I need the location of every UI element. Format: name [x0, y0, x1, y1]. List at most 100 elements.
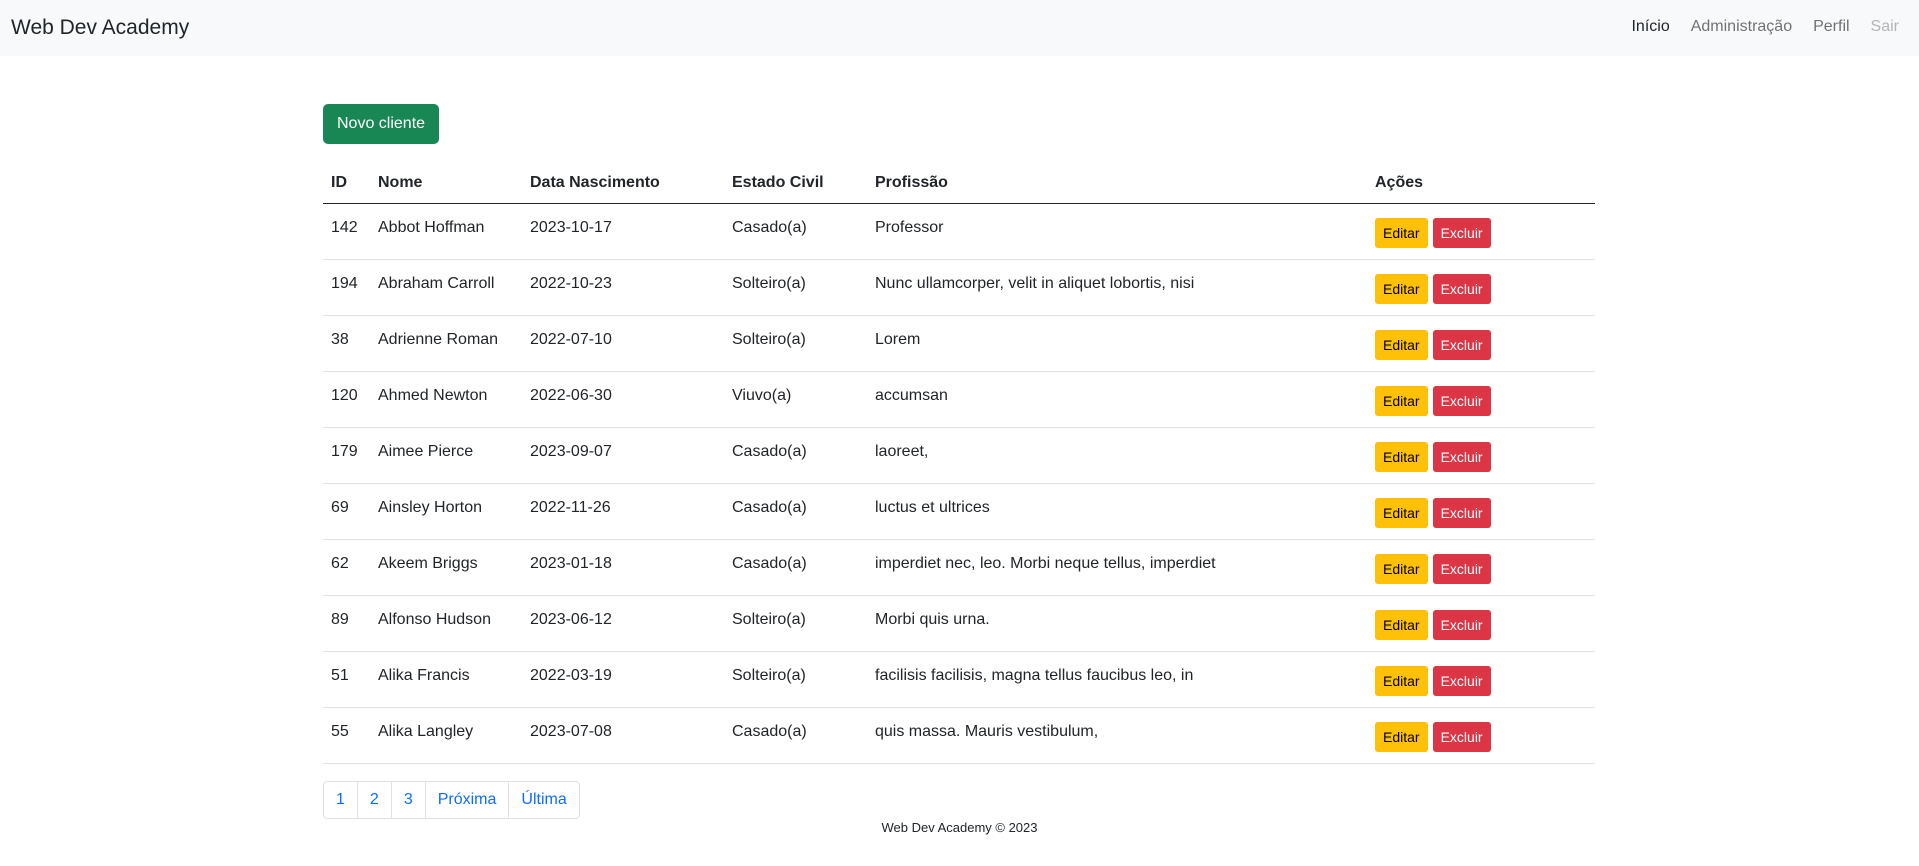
cell-acoes: Editar Excluir [1367, 315, 1595, 372]
cell-id: 69 [323, 483, 370, 540]
cell-profissao: luctus et ultrices [867, 483, 1367, 540]
row-actions: Editar Excluir [1375, 664, 1587, 696]
cell-data-nascimento: 2022-03-19 [522, 651, 724, 708]
table-row: 51 Alika Francis 2022-03-19 Solteiro(a) faci… [323, 651, 1595, 708]
cell-profissao: imperdiet nec, leo. Morbi neque tellus, … [867, 539, 1367, 596]
delete-button[interactable]: Excluir [1432, 273, 1491, 304]
cell-estado-civil: Viuvo(a) [724, 371, 867, 428]
cell-acoes: Editar Excluir [1367, 651, 1595, 708]
edit-button[interactable]: Editar [1375, 273, 1428, 304]
table-row: 69 Ainsley Horton 2022-11-26 Casado(a) luctu… [323, 483, 1595, 540]
delete-button[interactable]: Excluir [1432, 553, 1491, 584]
cell-profissao: Professor [867, 203, 1367, 260]
cell-id: 120 [323, 371, 370, 428]
cell-acoes: Editar Excluir [1367, 259, 1595, 316]
nav-link-administracao[interactable]: Administração [1691, 18, 1792, 36]
table-header-row: ID Nome Data Nascimento Estado Civil Pro… [323, 163, 1595, 204]
cell-profissao: Lorem [867, 315, 1367, 372]
edit-button[interactable]: Editar [1375, 441, 1428, 472]
cell-id: 38 [323, 315, 370, 372]
cell-nome: Ahmed Newton [370, 371, 522, 428]
edit-button[interactable]: Editar [1375, 217, 1428, 248]
page-link-2[interactable]: 2 [356, 781, 392, 819]
navbar-brand[interactable]: Web Dev Academy [11, 16, 189, 40]
delete-button[interactable]: Excluir [1432, 329, 1491, 360]
cell-nome: Alika Langley [370, 707, 522, 764]
header-estado-civil: Estado Civil [724, 163, 867, 204]
edit-button[interactable]: Editar [1375, 385, 1428, 416]
cell-data-nascimento: 2022-06-30 [522, 371, 724, 428]
delete-button[interactable]: Excluir [1432, 441, 1491, 472]
nav-links: Início Administração Perfil Sair [1631, 18, 1899, 36]
cell-profissao: laoreet, [867, 427, 1367, 484]
cell-nome: Abbot Hoffman [370, 203, 522, 260]
cell-acoes: Editar Excluir [1367, 371, 1595, 428]
cell-data-nascimento: 2023-06-12 [522, 595, 724, 652]
cell-estado-civil: Casado(a) [724, 707, 867, 764]
cell-acoes: Editar Excluir [1367, 539, 1595, 596]
cell-nome: Alfonso Hudson [370, 595, 522, 652]
edit-button[interactable]: Editar [1375, 609, 1428, 640]
row-actions: Editar Excluir [1375, 384, 1587, 416]
delete-button[interactable]: Excluir [1432, 217, 1491, 248]
cell-data-nascimento: 2022-10-23 [522, 259, 724, 316]
delete-button[interactable]: Excluir [1432, 665, 1491, 696]
edit-button[interactable]: Editar [1375, 497, 1428, 528]
cell-nome: Akeem Briggs [370, 539, 522, 596]
navbar: Web Dev Academy Início Administração Per… [0, 0, 1919, 56]
delete-button[interactable]: Excluir [1432, 721, 1491, 752]
cell-data-nascimento: 2022-11-26 [522, 483, 724, 540]
table-row: 142 Abbot Hoffman 2023-10-17 Casado(a) Profe… [323, 203, 1595, 260]
row-actions: Editar Excluir [1375, 328, 1587, 360]
cell-estado-civil: Solteiro(a) [724, 651, 867, 708]
edit-button[interactable]: Editar [1375, 721, 1428, 752]
header-nome: Nome [370, 163, 522, 204]
cell-acoes: Editar Excluir [1367, 595, 1595, 652]
cell-profissao: Morbi quis urna. [867, 595, 1367, 652]
cell-id: 179 [323, 427, 370, 484]
new-client-button[interactable]: Novo cliente [323, 104, 440, 144]
cell-id: 89 [323, 595, 370, 652]
row-actions: Editar Excluir [1375, 496, 1587, 528]
header-acoes: Ações [1367, 163, 1595, 204]
cell-profissao: Nunc ullamcorper, velit in aliquet lobor… [867, 259, 1367, 316]
table-row: 179 Aimee Pierce 2023-09-07 Casado(a) laoree… [323, 427, 1595, 484]
cell-data-nascimento: 2023-01-18 [522, 539, 724, 596]
nav-link-inicio[interactable]: Início [1631, 18, 1669, 36]
table-row: 62 Akeem Briggs 2023-01-18 Casado(a) imperdi… [323, 539, 1595, 596]
delete-button[interactable]: Excluir [1432, 609, 1491, 640]
header-data-nascimento: Data Nascimento [522, 163, 724, 204]
cell-profissao: accumsan [867, 371, 1367, 428]
page-link-1[interactable]: 1 [323, 781, 358, 819]
main-content: Novo cliente ID Nome Data Nascimento Est… [323, 104, 1595, 819]
cell-nome: Aimee Pierce [370, 427, 522, 484]
delete-button[interactable]: Excluir [1432, 497, 1491, 528]
edit-button[interactable]: Editar [1375, 329, 1428, 360]
cell-id: 55 [323, 707, 370, 764]
cell-estado-civil: Casado(a) [724, 483, 867, 540]
page-link-next[interactable]: Próxima [424, 781, 510, 819]
cell-estado-civil: Solteiro(a) [724, 315, 867, 372]
cell-acoes: Editar Excluir [1367, 427, 1595, 484]
table-body: 142 Abbot Hoffman 2023-10-17 Casado(a) Profe… [323, 203, 1595, 764]
cell-id: 51 [323, 651, 370, 708]
cell-data-nascimento: 2023-09-07 [522, 427, 724, 484]
page-link-last[interactable]: Última [508, 781, 580, 819]
edit-button[interactable]: Editar [1375, 665, 1428, 696]
page-link-3[interactable]: 3 [390, 781, 426, 819]
table-row: 120 Ahmed Newton 2022-06-30 Viuvo(a) accumsa… [323, 371, 1595, 428]
cell-acoes: Editar Excluir [1367, 203, 1595, 260]
cell-id: 62 [323, 539, 370, 596]
row-actions: Editar Excluir [1375, 440, 1587, 472]
cell-nome: Ainsley Horton [370, 483, 522, 540]
clients-table: ID Nome Data Nascimento Estado Civil Pro… [323, 163, 1595, 764]
nav-link-perfil[interactable]: Perfil [1813, 18, 1849, 36]
cell-data-nascimento: 2023-07-08 [522, 707, 724, 764]
delete-button[interactable]: Excluir [1432, 385, 1491, 416]
edit-button[interactable]: Editar [1375, 553, 1428, 584]
table-row: 194 Abraham Carroll 2022-10-23 Solteiro(a) N… [323, 259, 1595, 316]
cell-estado-civil: Casado(a) [724, 539, 867, 596]
cell-nome: Abraham Carroll [370, 259, 522, 316]
pagination: 1 2 3 Próxima Última [323, 781, 1595, 819]
row-actions: Editar Excluir [1375, 552, 1587, 584]
